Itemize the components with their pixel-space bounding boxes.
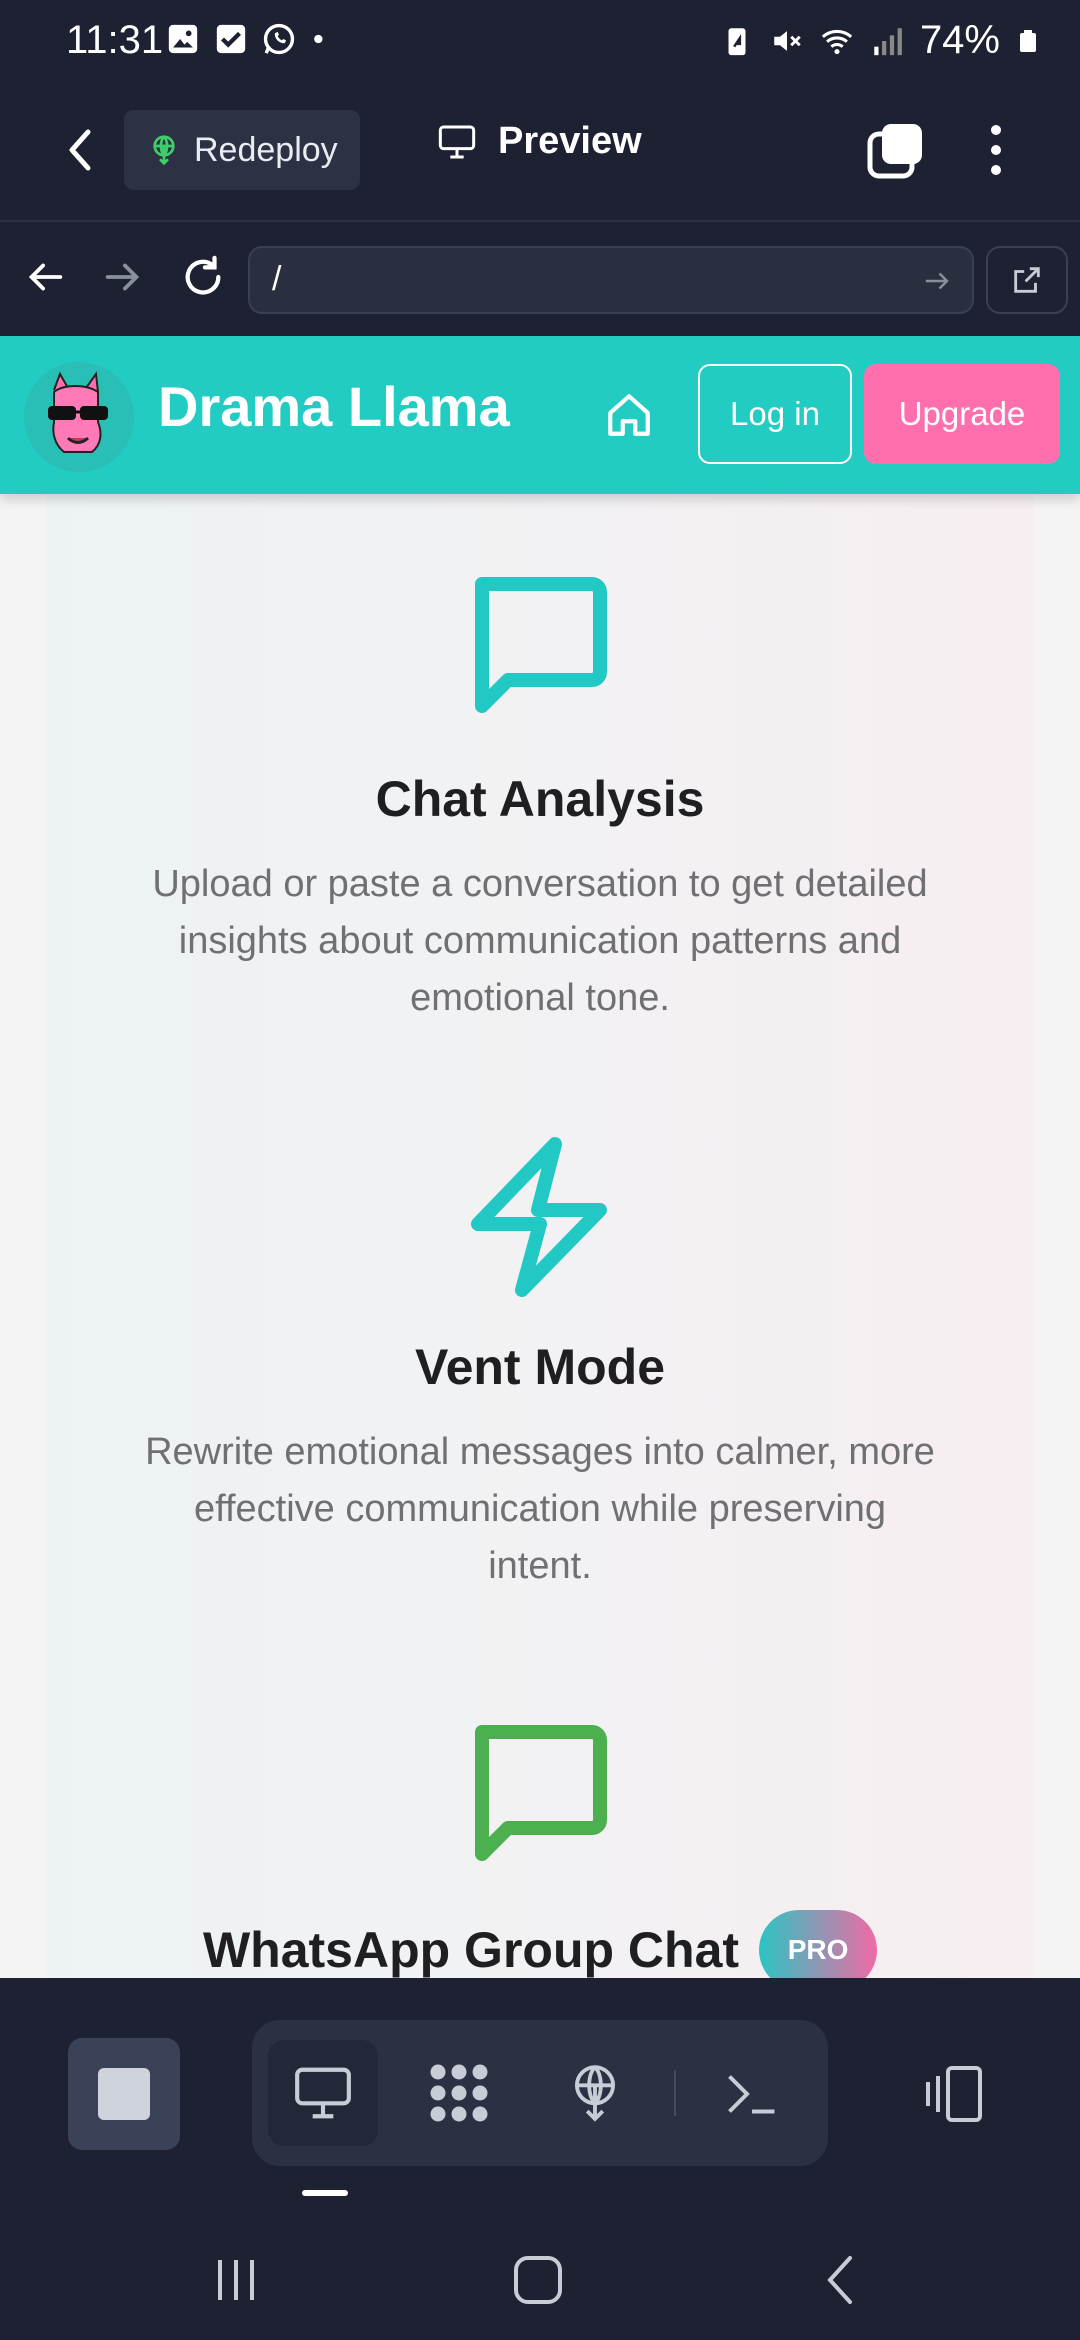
feature-title: Chat Analysis bbox=[375, 771, 705, 827]
open-external-button[interactable] bbox=[986, 246, 1068, 314]
whatsapp-icon bbox=[263, 23, 295, 55]
chat-bubble-icon bbox=[475, 1725, 607, 1861]
llama-logo[interactable] bbox=[24, 362, 134, 472]
deploy-icon bbox=[574, 2065, 616, 2122]
feature-chat-analysis: Chat Analysis Upload or paste a conversa… bbox=[46, 562, 1034, 1027]
battery-icon bbox=[1020, 29, 1036, 52]
web-preview: Drama Llama Log in Upgrade Chat Analysis… bbox=[0, 336, 1080, 1978]
active-indicator bbox=[302, 2190, 348, 2196]
stop-button[interactable] bbox=[68, 2038, 180, 2150]
home-icon[interactable] bbox=[604, 390, 654, 440]
site-header: Drama Llama Log in Upgrade bbox=[0, 336, 1080, 494]
device-toggle-icon[interactable] bbox=[920, 2064, 990, 2124]
more-options-icon[interactable] bbox=[976, 120, 1016, 180]
workspace-toolbar bbox=[0, 1978, 1080, 2208]
shell-tool-button[interactable] bbox=[698, 2040, 808, 2146]
check-box-icon bbox=[216, 24, 246, 54]
system-navigation-bar bbox=[0, 2208, 1080, 2340]
agent-icon bbox=[430, 2064, 488, 2122]
reload-icon[interactable] bbox=[180, 254, 226, 300]
terminal-icon bbox=[728, 2075, 775, 2114]
feature-description: Rewrite emotional messages into calmer, … bbox=[145, 1431, 935, 1587]
app-bar: Redeploy Preview bbox=[0, 84, 1080, 222]
monitor-icon bbox=[295, 2067, 351, 2119]
feature-vent-mode: Vent Mode Rewrite emotional messages int… bbox=[46, 1132, 1034, 1595]
external-link-icon bbox=[1014, 267, 1040, 293]
browser-forward-icon[interactable] bbox=[100, 254, 146, 300]
preview-tool-button[interactable] bbox=[268, 2040, 378, 2146]
stop-icon bbox=[98, 2068, 150, 2120]
tabs-icon[interactable] bbox=[866, 120, 926, 180]
browser-back-icon[interactable] bbox=[22, 254, 68, 300]
login-button[interactable]: Log in bbox=[698, 364, 852, 464]
lightning-icon bbox=[471, 1137, 607, 1297]
system-icons: 74% bbox=[720, 18, 1040, 63]
site-title[interactable]: Drama Llama bbox=[158, 374, 510, 439]
feature-title: WhatsApp Group Chat bbox=[202, 1922, 740, 1978]
gallery-icon bbox=[168, 24, 198, 54]
recent-apps-icon[interactable] bbox=[206, 2250, 266, 2310]
redeploy-button[interactable]: Redeploy bbox=[124, 110, 360, 190]
login-label: Log in bbox=[730, 395, 820, 432]
feature-whatsapp-group-chat: WhatsApp Group Chat PRO bbox=[46, 1710, 1034, 1978]
url-input[interactable]: / bbox=[248, 246, 974, 314]
tool-switcher bbox=[252, 2020, 828, 2166]
deployments-tool-button[interactable] bbox=[540, 2040, 650, 2146]
feature-title: Vent Mode bbox=[414, 1339, 666, 1395]
upgrade-button[interactable]: Upgrade bbox=[864, 364, 1060, 464]
preview-tab[interactable]: Preview bbox=[436, 120, 642, 163]
upgrade-label: Upgrade bbox=[898, 395, 1026, 432]
redeploy-label: Redeploy bbox=[194, 130, 338, 169]
deploy-icon bbox=[153, 135, 175, 166]
battery-saver-icon bbox=[728, 27, 746, 55]
mute-icon bbox=[774, 30, 801, 51]
go-arrow-icon[interactable] bbox=[922, 266, 952, 296]
back-icon[interactable] bbox=[56, 120, 106, 180]
status-bar: 11:31 74% bbox=[0, 0, 1080, 84]
dot-icon bbox=[314, 34, 323, 44]
browser-toolbar: / bbox=[0, 222, 1080, 336]
chat-bubble-icon bbox=[475, 577, 607, 713]
monitor-icon bbox=[438, 125, 476, 158]
features-card: Chat Analysis Upload or paste a conversa… bbox=[46, 466, 1034, 1978]
preview-label: Preview bbox=[498, 120, 642, 162]
battery-percent: 74% bbox=[919, 18, 1000, 62]
llama-icon bbox=[24, 362, 134, 472]
screen: 11:31 74% Redeploy Preview / Drama Llama… bbox=[0, 0, 1080, 2340]
home-button-icon[interactable] bbox=[508, 2250, 568, 2310]
feature-description: Upload or paste a conversation to get de… bbox=[152, 863, 928, 1019]
divider bbox=[674, 2070, 676, 2116]
system-back-icon[interactable] bbox=[812, 2250, 872, 2310]
feature-title-row: WhatsApp Group Chat PRO bbox=[46, 1910, 1034, 1978]
wifi-icon bbox=[821, 29, 853, 54]
pro-badge: PRO bbox=[759, 1910, 878, 1978]
status-time: 11:31 bbox=[66, 18, 164, 62]
url-value: / bbox=[272, 260, 282, 298]
agent-tool-button[interactable] bbox=[404, 2040, 514, 2146]
signal-icon bbox=[874, 27, 902, 55]
notification-icons bbox=[166, 22, 330, 56]
